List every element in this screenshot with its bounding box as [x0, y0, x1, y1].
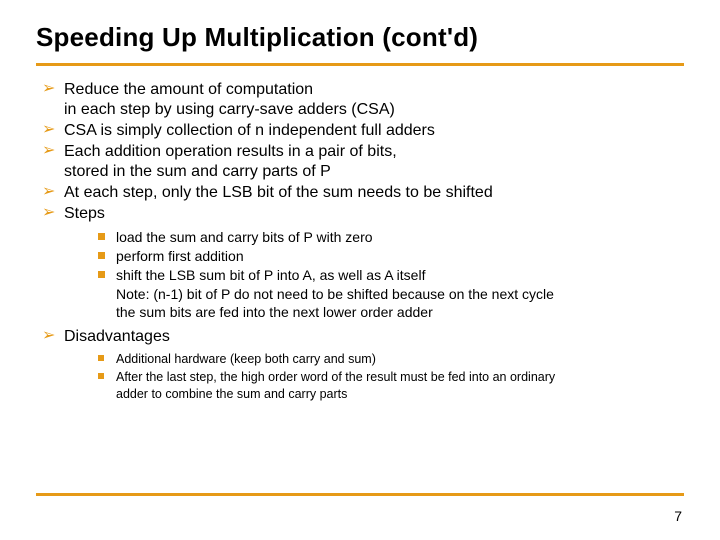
arrow-icon: ➢ [42, 122, 55, 138]
arrow-icon: ➢ [42, 205, 55, 221]
slide: Speeding Up Multiplication (cont'd) ➢ Re… [0, 0, 720, 540]
bullet-item: ➢ CSA is simply collection of n independ… [42, 121, 684, 141]
sub-bullet-item: shift the LSB sum bit of P into A, as we… [98, 266, 684, 321]
bullet-text: At each step, only the LSB bit of the su… [64, 184, 493, 201]
title-underline [36, 63, 684, 66]
sub-bullet-item: After the last step, the high order word… [98, 369, 684, 403]
page-number: 7 [674, 508, 682, 524]
bullet-text: Steps [64, 205, 105, 222]
bullet-item: ➢ Steps load the sum and carry bits of P… [42, 204, 684, 321]
arrow-icon: ➢ [42, 328, 55, 344]
bullet-list: ➢ Reduce the amount of computationin eac… [36, 80, 684, 403]
sub-bullet-text: After the last step, the high order word… [116, 370, 555, 401]
square-icon [98, 355, 104, 361]
sub-bullet-text: Additional hardware (keep both carry and… [116, 352, 376, 366]
sub-bullet-item: Additional hardware (keep both carry and… [98, 351, 684, 368]
square-icon [98, 252, 105, 259]
sub-bullet-item: load the sum and carry bits of P with ze… [98, 228, 684, 246]
square-icon [98, 271, 105, 278]
sub-bullet-text: load the sum and carry bits of P with ze… [116, 229, 373, 245]
bullet-item: ➢ Disadvantages Additional hardware (kee… [42, 327, 684, 403]
slide-title: Speeding Up Multiplication (cont'd) [36, 22, 684, 59]
sub-bullet-list: load the sum and carry bits of P with ze… [64, 228, 684, 321]
bullet-text: Disadvantages [64, 328, 170, 345]
sub-bullet-text: perform first addition [116, 248, 244, 264]
bullet-text: Reduce the amount of computationin each … [64, 81, 395, 118]
bottom-rule [36, 493, 684, 496]
arrow-icon: ➢ [42, 81, 55, 97]
arrow-icon: ➢ [42, 143, 55, 159]
square-icon [98, 233, 105, 240]
sub-bullet-list: Additional hardware (keep both carry and… [64, 351, 684, 403]
bullet-item: ➢ Each addition operation results in a p… [42, 142, 684, 182]
bullet-text: CSA is simply collection of n independen… [64, 122, 435, 139]
arrow-icon: ➢ [42, 184, 55, 200]
square-icon [98, 373, 104, 379]
bullet-item: ➢ Reduce the amount of computationin eac… [42, 80, 684, 120]
sub-bullet-text: shift the LSB sum bit of P into A, as we… [116, 267, 554, 319]
sub-bullet-item: perform first addition [98, 247, 684, 265]
bullet-text: Each addition operation results in a pai… [64, 143, 397, 180]
bullet-item: ➢ At each step, only the LSB bit of the … [42, 183, 684, 203]
slide-content: ➢ Reduce the amount of computationin eac… [36, 80, 684, 403]
